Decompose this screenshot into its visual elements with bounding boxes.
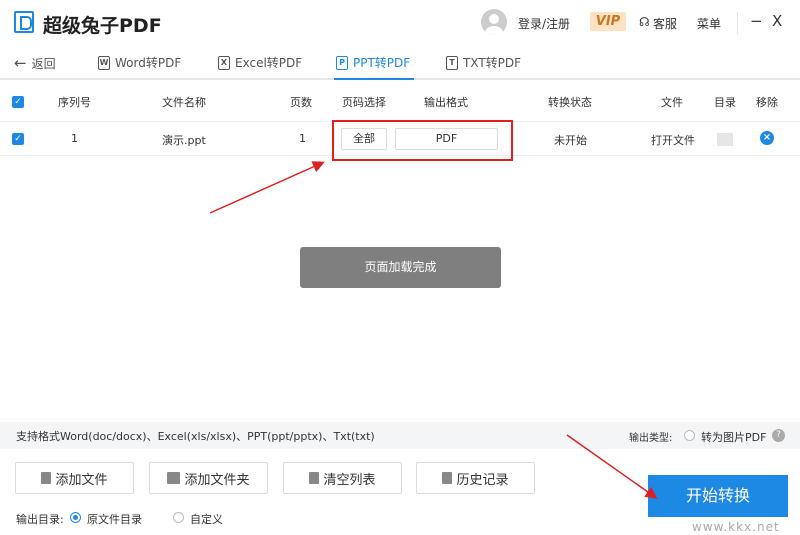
history-button[interactable]: 历史记录 (416, 462, 535, 494)
start-convert-button[interactable]: 开始转换 (648, 475, 788, 517)
tab-ppt[interactable]: P PPT转PDF (336, 54, 410, 71)
file-add-icon (41, 472, 52, 484)
col-format: 输出格式 (424, 96, 468, 109)
open-file-link[interactable]: 打开文件 (651, 132, 695, 148)
output-dir-label: 输出目录: (16, 513, 64, 526)
original-dir-label: 原文件目录 (87, 513, 142, 526)
tab-word[interactable]: W Word转PDF (98, 54, 181, 71)
output-type-label: 输出类型: (629, 433, 673, 444)
annotation-arrow (209, 161, 325, 214)
word-icon: W (98, 55, 110, 70)
info-bar: 支持格式Word(doc/docx)、Excel(xls/xlsx)、PPT(p… (0, 422, 800, 449)
title-bar: 超级兔子PDF 登录/注册 VIP ☊ 客服 菜单 − X (0, 0, 800, 44)
headset-icon: ☊ (639, 15, 650, 29)
avatar[interactable] (481, 9, 507, 35)
app-title: 超级兔子PDF (43, 15, 162, 37)
page-select-button[interactable]: 全部 (341, 128, 387, 150)
col-file: 文件 (661, 96, 683, 109)
folder-icon[interactable] (717, 133, 733, 146)
ppt-icon: P (336, 55, 348, 70)
image-pdf-label: 转为图片PDF (701, 431, 767, 444)
vip-badge[interactable]: VIP (590, 12, 626, 31)
history-label: 历史记录 (456, 472, 509, 488)
add-folder-label: 添加文件夹 (184, 472, 250, 488)
service-button[interactable]: 客服 (653, 15, 677, 32)
history-icon (442, 472, 453, 484)
col-name: 文件名称 (162, 96, 206, 109)
format-select[interactable]: PDF (395, 128, 498, 150)
txt-icon: T (446, 55, 458, 70)
add-file-label: 添加文件 (55, 472, 108, 488)
watermark: www.kkx.net (692, 520, 780, 534)
app-logo-icon (14, 11, 34, 33)
col-remove: 移除 (756, 96, 778, 109)
tab-bar: ← 返回 W Word转PDF X Excel转PDF P PPT转PDF T TXT转P… (0, 44, 800, 80)
row-status: 未开始 (554, 134, 587, 147)
original-dir-radio[interactable] (70, 512, 81, 523)
clear-list-button[interactable]: 清空列表 (283, 462, 402, 494)
supported-formats: 支持格式Word(doc/docx)、Excel(xls/xlsx)、PPT(p… (16, 430, 375, 443)
col-status: 转换状态 (548, 96, 592, 109)
active-tab-indicator (334, 78, 414, 80)
divider (737, 12, 738, 34)
toast-message: 页面加载完成 (300, 247, 501, 288)
back-label: 返回 (31, 56, 56, 71)
row-name: 演示.ppt (162, 134, 206, 147)
custom-dir-label: 自定义 (190, 513, 223, 526)
tab-label: Word转PDF (115, 56, 182, 70)
tab-label: TXT转PDF (463, 56, 522, 70)
add-folder-button[interactable]: 添加文件夹 (149, 462, 268, 494)
tab-label: Excel转PDF (235, 56, 303, 70)
minimize-button[interactable]: − (750, 12, 763, 30)
trash-icon (309, 472, 320, 484)
menu-button[interactable]: 菜单 (697, 15, 721, 32)
col-index: 序列号 (58, 96, 91, 109)
table-row: ✓ 1 演示.ppt 1 全部 PDF 未开始 打开文件 × (0, 122, 800, 156)
close-button[interactable]: X (772, 12, 782, 30)
select-all-checkbox[interactable]: ✓ (12, 96, 24, 108)
tab-label: PPT转PDF (353, 56, 411, 70)
table-header: ✓ 序列号 文件名称 页数 页码选择 输出格式 转换状态 文件 目录 移除 (0, 88, 800, 122)
clear-label: 清空列表 (323, 472, 376, 488)
row-index: 1 (71, 132, 78, 145)
folder-add-icon (167, 472, 181, 484)
custom-dir-radio[interactable] (173, 512, 184, 523)
back-button[interactable]: ← 返回 (14, 54, 56, 72)
row-checkbox[interactable]: ✓ (12, 133, 24, 145)
add-file-button[interactable]: 添加文件 (15, 462, 134, 494)
col-page-select: 页码选择 (342, 96, 386, 109)
col-pages: 页数 (290, 96, 312, 109)
excel-icon: X (218, 55, 230, 70)
tab-excel[interactable]: X Excel转PDF (218, 54, 302, 71)
help-icon[interactable]: ? (772, 429, 785, 442)
col-dir: 目录 (714, 96, 736, 109)
image-pdf-radio[interactable] (684, 430, 695, 441)
remove-icon[interactable]: × (760, 131, 774, 145)
tab-txt[interactable]: T TXT转PDF (446, 54, 521, 71)
arrow-left-icon: ← (14, 54, 27, 72)
row-pages: 1 (299, 132, 306, 145)
login-link[interactable]: 登录/注册 (518, 15, 570, 32)
